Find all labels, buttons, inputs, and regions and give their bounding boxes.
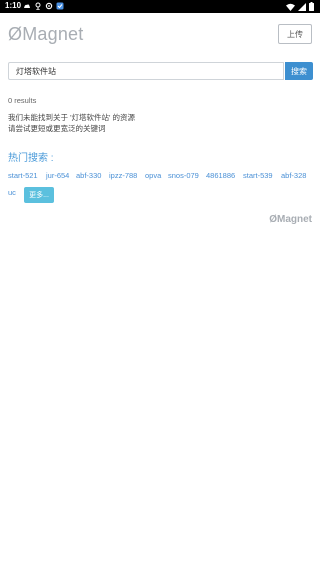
upload-button[interactable]: 上传 [278, 24, 312, 44]
search-button[interactable]: 搜索 [285, 62, 313, 80]
signal-icon [298, 2, 306, 11]
not-found-message: 我们未能找到关于 '灯塔软件站' 的资源 [8, 113, 136, 122]
more-button[interactable]: 更多... [24, 187, 54, 203]
hot-searches-title: 热门搜索 : [8, 153, 54, 164]
hot-search-tag[interactable]: opva [145, 171, 161, 180]
hot-search-tag[interactable]: start-521 [8, 171, 38, 180]
app-notification-icon [56, 2, 64, 10]
status-time: 1:10 [5, 1, 22, 10]
hot-search-tag[interactable]: snos-079 [168, 171, 199, 180]
hot-search-tag[interactable]: abf-330 [76, 171, 101, 180]
hot-search-tag[interactable]: 4861886 [206, 171, 235, 180]
location-icon [34, 2, 42, 10]
site-logo[interactable]: ØMagnet [8, 24, 83, 45]
results-count: 0 results [8, 96, 37, 105]
settings-icon [45, 2, 53, 10]
status-bar: 1:10 [0, 0, 320, 13]
hot-search-tag[interactable]: uc [8, 188, 16, 197]
hot-search-tag[interactable]: abf-328 [281, 171, 306, 180]
hot-search-tag[interactable]: ipzz-788 [109, 171, 137, 180]
search-input[interactable] [8, 62, 284, 80]
footer-logo: ØMagnet [269, 214, 312, 225]
hot-search-tag[interactable]: start-539 [243, 171, 273, 180]
wifi-icon [286, 3, 295, 11]
battery-icon [309, 2, 314, 11]
hot-search-tag[interactable]: jur-654 [46, 171, 69, 180]
not-found-hint: 请尝试更短或更宽泛的关键词 [8, 124, 106, 133]
weather-icon [23, 2, 31, 10]
